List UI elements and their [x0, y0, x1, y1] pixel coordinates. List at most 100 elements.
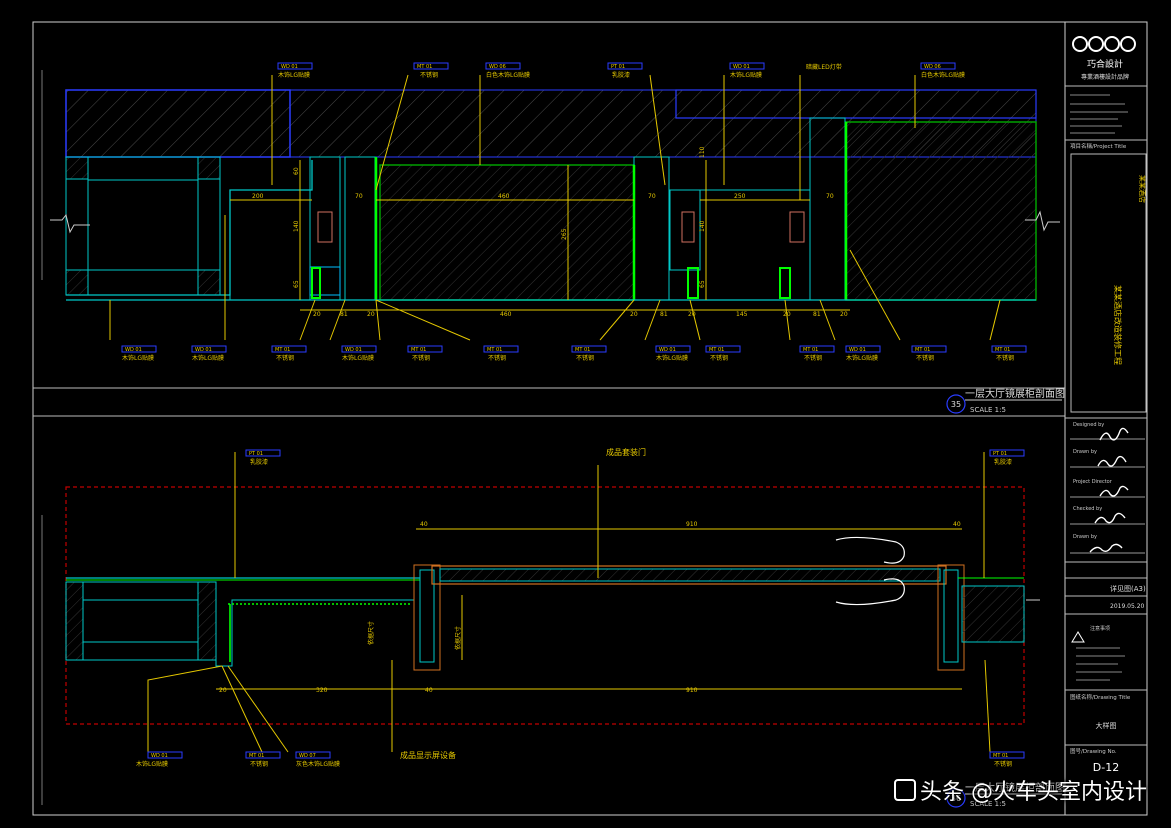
svg-text:20: 20 — [219, 687, 227, 694]
svg-text:40: 40 — [953, 521, 961, 528]
svg-text:不锈钢: 不锈钢 — [710, 354, 728, 362]
svg-text:乳胶漆: 乳胶漆 — [250, 458, 268, 466]
drawing-title-label: 图纸名称/Drawing Title — [1070, 693, 1131, 701]
svg-text:145: 145 — [736, 311, 748, 318]
svg-text:不锈钢: 不锈钢 — [576, 354, 594, 362]
svg-text:不锈钢: 不锈钢 — [488, 354, 506, 362]
svg-text:灰色木饰LG贴膜: 灰色木饰LG贴膜 — [296, 760, 340, 768]
svg-text:20: 20 — [630, 311, 638, 318]
svg-text:不锈钢: 不锈钢 — [276, 354, 294, 362]
svg-text:PT 01: PT 01 — [611, 64, 625, 70]
material-tag: PT 01乳胶漆 — [607, 62, 643, 79]
svg-text:木饰LG贴膜: 木饰LG贴膜 — [342, 354, 374, 362]
svg-text:40: 40 — [425, 687, 433, 694]
section-1-title-text: 一层大厅镜展柜剖面图 — [965, 387, 1065, 400]
svg-text:PT 01: PT 01 — [249, 451, 263, 457]
material-tag: MT 01不锈钢 — [989, 751, 1025, 768]
svg-text:白色木饰LG贴膜: 白色木饰LG贴膜 — [921, 71, 965, 79]
svg-text:60: 60 — [293, 167, 300, 175]
svg-text:木饰LG贴膜: 木饰LG贴膜 — [656, 354, 688, 362]
material-tag: MT 01不锈钢 — [407, 345, 443, 362]
svg-text:依据尺寸: 依据尺寸 — [367, 621, 375, 645]
svg-text:70: 70 — [355, 193, 363, 200]
svg-text:暗藏LED灯带: 暗藏LED灯带 — [806, 63, 842, 71]
material-tag: MT 01不锈钢 — [413, 62, 449, 79]
signature-rows: Designed by Drawn by Project Director Ch… — [1070, 422, 1145, 554]
svg-text:20: 20 — [367, 311, 375, 318]
svg-text:木饰LG贴膜: 木饰LG贴膜 — [278, 71, 310, 79]
brand-name: 巧合設計 — [1087, 58, 1123, 70]
svg-text:265: 265 — [561, 228, 568, 240]
material-tag: WD 01木饰LG贴膜 — [845, 345, 881, 362]
svg-text:20: 20 — [313, 311, 321, 318]
logo — [1072, 36, 1136, 52]
svg-text:Drawn by: Drawn by — [1073, 534, 1097, 540]
section-1-number: 35 — [951, 400, 961, 409]
svg-text:乳胶漆: 乳胶漆 — [612, 71, 630, 79]
svg-text:乳胶漆: 乳胶漆 — [994, 458, 1012, 466]
svg-text:200: 200 — [252, 193, 264, 200]
section-1-title: 35 一层大厅镜展柜剖面图 SCALE 1:5 — [946, 387, 1065, 414]
section-1-dimensions-bottom: 20 81 20 460 20 81 20 145 20 81 20 — [313, 311, 848, 318]
svg-text:140: 140 — [699, 220, 706, 232]
svg-text:81: 81 — [340, 311, 348, 318]
material-tag: MT 01不锈钢 — [705, 345, 741, 362]
section-2-drawing: 40 910 40 20 320 40 910 依据尺寸 依据尺寸 — [65, 452, 1040, 753]
section-1-top-tags: WD 01木饰LG贴膜 MT 01不锈钢 WD 06白色木饰LG贴膜 PT 01… — [277, 62, 965, 79]
svg-text:Project Director: Project Director — [1073, 479, 1113, 485]
section-1-drawing: 200 70 460 70 70 250 70 60 140 65 265 14… — [50, 74, 1060, 341]
svg-text:910: 910 — [686, 521, 698, 528]
warning-icon — [1071, 631, 1085, 643]
scale-value: 详见图(A3) — [1110, 584, 1146, 593]
material-tag: WD 01木饰LG贴膜 — [655, 345, 691, 362]
svg-text:不锈钢: 不锈钢 — [996, 354, 1014, 362]
drawing-no-label: 图号/Drawing No. — [1070, 747, 1117, 755]
notes-title: 注意事项 — [1090, 625, 1110, 632]
section-1-scale: SCALE 1:5 — [970, 406, 1006, 414]
svg-text:WD 01: WD 01 — [345, 347, 362, 353]
section-2-labels: PT 01乳胶漆 PT 01乳胶漆 成品套装门 成品显示屏设备 WD 01木饰L… — [136, 447, 1025, 768]
svg-text:65: 65 — [293, 280, 300, 288]
project-title-label: 項目名稱/Project Title — [1070, 142, 1127, 150]
material-tag: MT 01不锈钢 — [483, 345, 519, 362]
material-tag: 暗藏LED灯带 — [806, 63, 842, 71]
svg-text:40: 40 — [420, 521, 428, 528]
svg-text:WD 06: WD 06 — [924, 64, 941, 70]
material-tag: MT 01不锈钢 — [271, 345, 307, 362]
svg-text:不锈钢: 不锈钢 — [420, 71, 438, 79]
svg-text:MT 01: MT 01 — [915, 347, 930, 353]
svg-text:MT 01: MT 01 — [487, 347, 502, 353]
svg-text:81: 81 — [660, 311, 668, 318]
camera-icon — [894, 779, 916, 801]
svg-text:不锈钢: 不锈钢 — [412, 354, 430, 362]
svg-text:依据尺寸: 依据尺寸 — [454, 626, 462, 650]
drawing-name: 某某酒店改造装修工程 — [1113, 285, 1123, 365]
material-tag: WD 01木饰LG贴膜 — [191, 345, 227, 362]
project-name: 某某酒店 — [1138, 175, 1147, 203]
material-tag: WD 01木饰LG贴膜 — [277, 62, 313, 79]
svg-text:木饰LG贴膜: 木饰LG贴膜 — [122, 354, 154, 362]
svg-text:不锈钢: 不锈钢 — [250, 760, 268, 768]
svg-text:70: 70 — [648, 193, 656, 200]
material-tag: WD 01木饰LG贴膜 — [341, 345, 377, 362]
material-tag: WD 06白色木饰LG贴膜 — [920, 62, 965, 79]
svg-text:不锈钢: 不锈钢 — [916, 354, 934, 362]
svg-text:110: 110 — [699, 146, 706, 158]
svg-text:70: 70 — [826, 193, 834, 200]
drawing-no: D-12 — [1093, 761, 1119, 774]
title-block: 巧合設計 專業酒樓設計品牌 項目名稱/Project Title 某某酒店 某某… — [1065, 36, 1147, 774]
drawing-title: 大样图 — [1096, 721, 1117, 730]
svg-text:20: 20 — [840, 311, 848, 318]
svg-text:Checked by: Checked by — [1073, 506, 1102, 512]
svg-text:Designed by: Designed by — [1073, 422, 1104, 428]
material-tag: WD 01木饰LG贴膜 — [121, 345, 157, 362]
svg-text:MT 01: MT 01 — [575, 347, 590, 353]
svg-text:木饰LG贴膜: 木饰LG贴膜 — [730, 71, 762, 79]
material-tag: MT 01不锈钢 — [799, 345, 835, 362]
svg-text:WD 01: WD 01 — [125, 347, 142, 353]
material-tag: PT 01乳胶漆 — [245, 449, 281, 466]
door-label: 成品套装门 — [606, 447, 646, 457]
svg-text:140: 140 — [293, 220, 300, 232]
material-tag: WD 07灰色木饰LG贴膜 — [295, 751, 340, 768]
material-tag: WD 06白色木饰LG贴膜 — [485, 62, 530, 79]
